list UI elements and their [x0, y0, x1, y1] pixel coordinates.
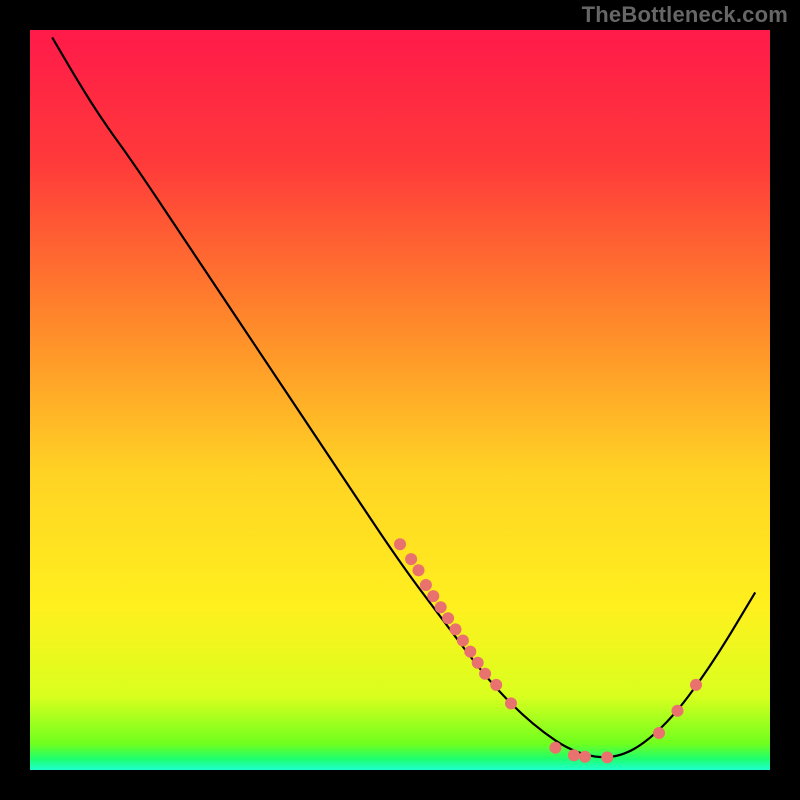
curve-marker: [442, 612, 454, 624]
plot-background: [30, 30, 770, 770]
curve-marker: [450, 623, 462, 635]
curve-marker: [653, 727, 665, 739]
curve-marker: [672, 705, 684, 717]
curve-marker: [601, 751, 613, 763]
curve-marker: [427, 590, 439, 602]
curve-marker: [457, 635, 469, 647]
watermark-text: TheBottleneck.com: [582, 2, 788, 28]
curve-marker: [472, 657, 484, 669]
curve-marker: [490, 679, 502, 691]
curve-marker: [394, 538, 406, 550]
curve-marker: [435, 601, 447, 613]
curve-marker: [479, 668, 491, 680]
curve-marker: [549, 742, 561, 754]
curve-marker: [420, 579, 432, 591]
curve-marker: [505, 697, 517, 709]
curve-marker: [579, 751, 591, 763]
curve-marker: [405, 553, 417, 565]
curve-marker: [464, 646, 476, 658]
bottleneck-chart: [0, 0, 800, 800]
curve-marker: [690, 679, 702, 691]
curve-marker: [413, 564, 425, 576]
curve-marker: [568, 749, 580, 761]
